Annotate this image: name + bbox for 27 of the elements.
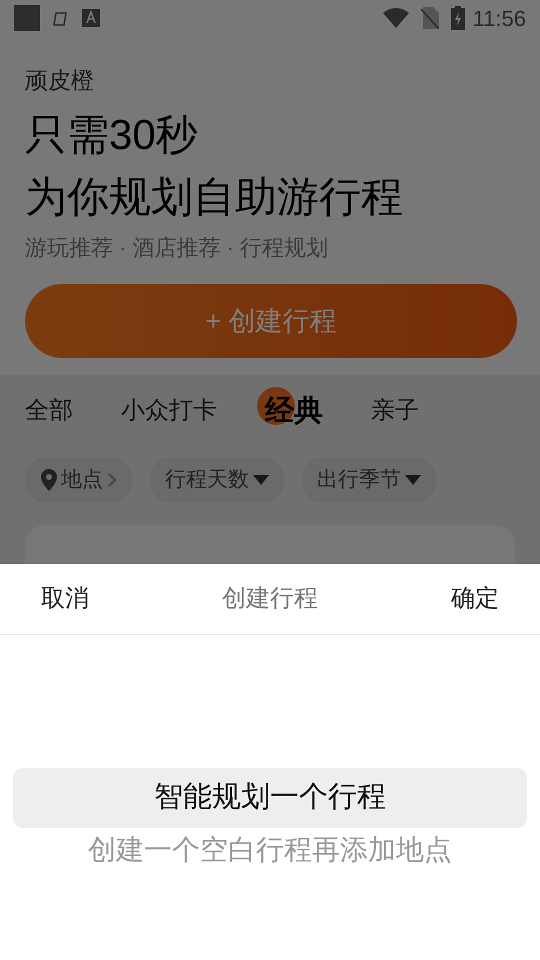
subtitle-text: 游玩推荐 · 酒店推荐 · 行程规划 bbox=[25, 234, 330, 262]
headline-text: 只需30秒 bbox=[25, 110, 199, 160]
brand-name: 顽皮橙 bbox=[25, 66, 95, 95]
confirm-button[interactable]: 确定 bbox=[451, 581, 499, 617]
wifi-icon bbox=[382, 8, 409, 28]
filter-chip[interactable]: 地点 bbox=[25, 457, 133, 503]
location-pin-icon bbox=[41, 469, 57, 491]
option-button[interactable]: 智能规划一个行程 bbox=[13, 768, 527, 828]
battery-icon bbox=[450, 6, 465, 30]
chevron-right-icon bbox=[107, 472, 117, 488]
category-tab[interactable]: 全部 bbox=[25, 393, 73, 429]
no-sim-icon bbox=[420, 7, 439, 29]
create-trip-button[interactable]: + 创建行程 bbox=[25, 284, 517, 358]
app-square-icon bbox=[14, 5, 40, 31]
headline-text: 为你规划自助游行程 bbox=[25, 172, 404, 222]
font-icon bbox=[82, 9, 100, 27]
category-tab[interactable]: 经典 bbox=[257, 387, 323, 431]
dropdown-triangle-icon bbox=[405, 474, 421, 486]
filter-chip[interactable]: 行程天数 bbox=[149, 457, 285, 503]
dropdown-triangle-icon bbox=[253, 474, 269, 486]
category-tab[interactable]: 亲子 bbox=[371, 393, 419, 429]
time-label: 11:56 bbox=[472, 4, 526, 32]
sheet-title: 创建行程 bbox=[222, 584, 318, 614]
filter-chip[interactable]: 出行季节 bbox=[301, 457, 437, 503]
cancel-button[interactable]: 取消 bbox=[41, 581, 89, 617]
option-button[interactable]: 创建一个空白行程再添加地点 bbox=[13, 828, 527, 872]
category-tab[interactable]: 小众打卡 bbox=[121, 393, 217, 429]
